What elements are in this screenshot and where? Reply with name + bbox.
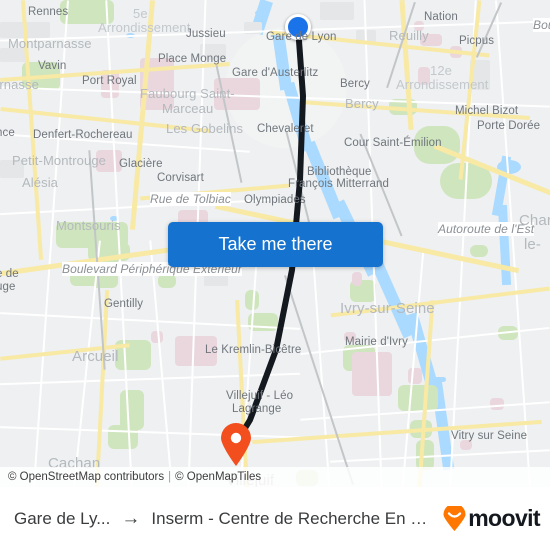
map-label: Arrondissement	[396, 77, 489, 92]
route-origin-label: Gare de Ly...	[14, 508, 111, 528]
map-label: e de	[0, 268, 19, 280]
map-label: Porte Dorée	[477, 120, 541, 132]
map-label: Olympiades	[244, 194, 306, 206]
map-label: Bibliothèque	[307, 166, 372, 178]
map-label: Denfert-Rochereau	[33, 129, 133, 141]
map-label: Char	[519, 212, 550, 229]
moovit-logo[interactable]: moovit	[442, 505, 541, 532]
map-label: Rennes	[28, 6, 69, 18]
moovit-pin-icon	[443, 505, 466, 531]
map-label: Villejuif - Léo	[226, 390, 294, 402]
map-label: Michel Bizot	[455, 105, 519, 117]
map-label: Vavin	[38, 60, 67, 72]
map-label: arnasse	[0, 77, 39, 92]
map-label: Ivry-sur-Seine	[340, 300, 435, 317]
map-label: Arrondissement	[98, 20, 191, 35]
map-label: Gentilly	[104, 298, 144, 310]
map-label: Chevaleret	[257, 123, 314, 135]
arrow-right-icon: →	[121, 508, 141, 529]
map-label: Cour Saint-Émilion	[344, 137, 442, 149]
map-label: Port Royal	[82, 75, 137, 87]
route-destination-label: Inserm - Centre de Recherche En É...	[151, 509, 432, 529]
map-label: Lagrange	[232, 403, 282, 415]
attribution-tiles[interactable]: © OpenMapTiles	[175, 471, 261, 483]
attribution-osm[interactable]: © OpenStreetMap contributors	[8, 471, 164, 483]
map-label: Les Gobelins	[166, 121, 244, 136]
map-label: Reuilly	[389, 28, 429, 43]
map-label: Gare d'Austerlitz	[232, 67, 319, 79]
map-label: Picpus	[459, 35, 495, 47]
map-label: Montsouris	[56, 218, 121, 233]
map-label: Boulevard p	[533, 18, 550, 32]
route-destination-prefix: Inserm - Centre de Recherche En	[151, 508, 411, 528]
map-label: Jussieu	[186, 28, 226, 40]
map-label: Nation	[424, 11, 458, 23]
map-label: Glacière	[119, 158, 163, 170]
map-label: nce	[0, 127, 15, 139]
map-label: Mairie d'Ivry	[345, 336, 408, 348]
map-label: Petit-Montrouge	[12, 153, 106, 168]
map-label: Rue de Tolbiac	[150, 192, 232, 206]
map-label: Le Kremlin-Bicêtre	[205, 344, 302, 356]
moovit-wordmark: moovit	[468, 505, 540, 531]
map-label: 12e	[430, 63, 452, 78]
map-attribution: © OpenStreetMap contributors | © OpenMap…	[0, 467, 550, 487]
take-me-there-button[interactable]: Take me there	[168, 222, 383, 267]
map-label: Corvisart	[157, 172, 204, 184]
map-label: Place Monge	[158, 53, 227, 65]
map-label: Montparnasse	[8, 36, 92, 51]
map-label: Bercy	[340, 78, 370, 90]
moovit-route-screen: Rennes 5e Arrondissement Jussieu Nation Montp…	[0, 0, 550, 550]
map-label: Faubourg Saint-	[140, 86, 235, 101]
destination-marker[interactable]	[220, 423, 252, 467]
attribution-separator: |	[168, 471, 172, 483]
route-footer: Gare de Ly... → Inserm - Centre de Reche…	[0, 487, 550, 550]
map-label: François Mitterrand	[288, 178, 389, 190]
map-label: Marceau	[162, 101, 214, 116]
map-label: Vitry sur Seine	[451, 430, 528, 442]
map-label: Bercy	[345, 96, 379, 111]
map-label: Arcueil	[72, 348, 119, 365]
map-label: 5e	[133, 6, 148, 21]
map-label: le-	[524, 236, 541, 253]
route-summary: Gare de Ly... → Inserm - Centre de Reche…	[14, 509, 432, 529]
map-label-origin: Gare de Lyon	[266, 31, 337, 43]
map-label: uge	[0, 281, 16, 293]
map-label: Alésia	[22, 175, 59, 190]
